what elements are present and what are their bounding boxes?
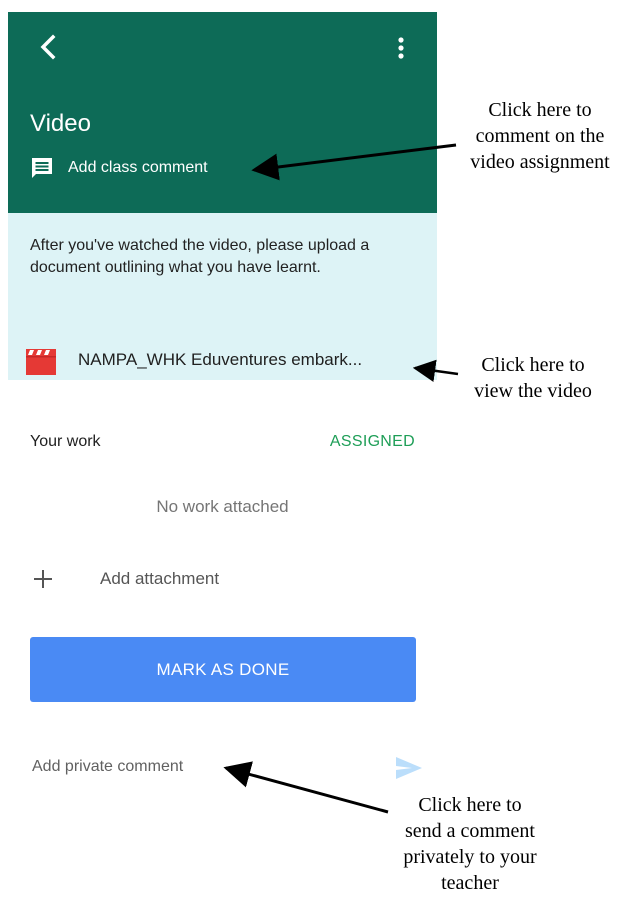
page-title: Video <box>30 110 91 137</box>
add-attachment-button[interactable]: Add attachment <box>34 564 334 594</box>
assignment-status-badge: ASSIGNED <box>329 433 415 450</box>
plus-icon <box>34 570 52 588</box>
send-comment-button[interactable] <box>396 757 422 779</box>
assignment-instructions: After you've watched the video, please u… <box>30 237 370 276</box>
video-attachment[interactable]: NAMPA_WHK Eduventures embark... <box>26 345 421 375</box>
phone-screen: Video Add class comment After you've wat… <box>8 0 437 903</box>
back-arrow-icon <box>40 34 56 60</box>
add-attachment-label: Add attachment <box>100 569 220 588</box>
your-work-label: Your work <box>30 433 101 450</box>
add-class-comment-button[interactable]: Add class comment <box>30 156 208 180</box>
annotation-class-comment: Click here to comment on the video assig… <box>470 99 610 173</box>
video-attachment-name: NAMPA_WHK Eduventures embark... <box>78 350 363 369</box>
annotation-video: Click here to view the video <box>474 354 592 402</box>
send-icon <box>396 757 422 779</box>
no-work-attached-text: No work attached <box>156 497 289 516</box>
assignment-description-panel: After you've watched the video, please u… <box>8 213 437 380</box>
mark-as-done-button[interactable]: MARK AS DONE <box>30 637 416 702</box>
comment-icon <box>32 158 52 178</box>
more-vert-icon <box>398 37 404 59</box>
add-class-comment-label: Add class comment <box>68 159 208 176</box>
video-clapper-icon <box>26 349 56 375</box>
app-header: Video Add class comment <box>8 12 437 213</box>
private-comment-input[interactable]: Add private comment <box>32 758 183 776</box>
back-button[interactable] <box>34 32 64 62</box>
more-options-button[interactable] <box>388 32 414 66</box>
annotation-private-comment: Click here to send a comment privately t… <box>403 794 537 894</box>
